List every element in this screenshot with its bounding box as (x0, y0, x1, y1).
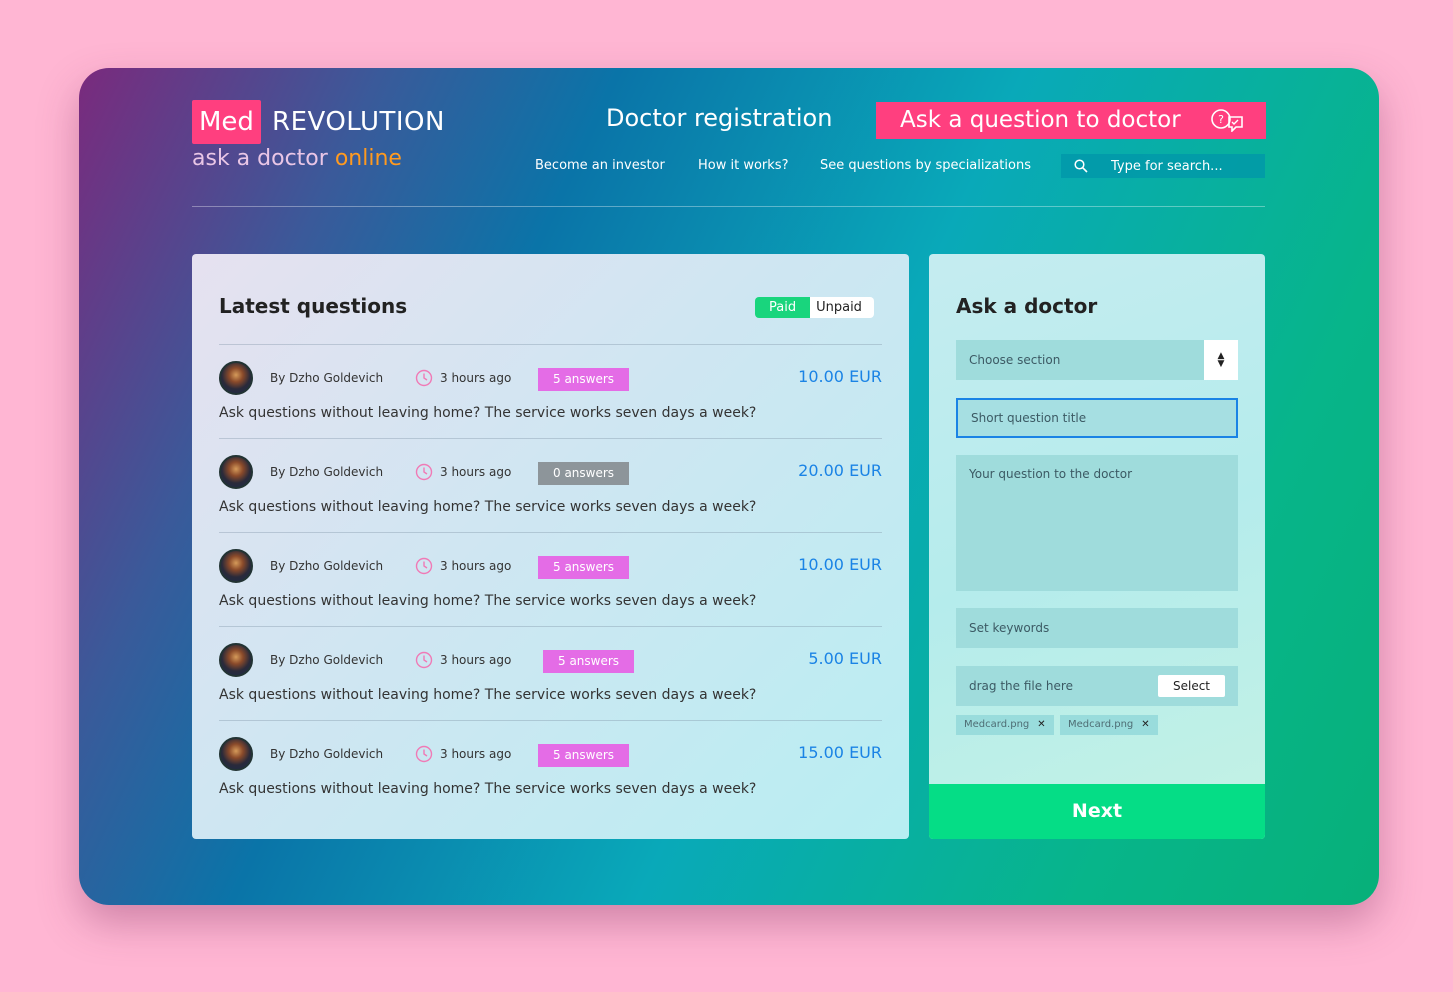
answers-badge[interactable]: 5 answers (543, 650, 635, 673)
attachment-chip: Medcard.png ✕ (956, 715, 1054, 735)
nav-how-it-works[interactable]: How it works? (698, 158, 788, 173)
clock-icon (415, 369, 433, 387)
file-drop-label: drag the file here (969, 679, 1073, 693)
question-price: 15.00 EUR (798, 743, 882, 762)
unpaid-option[interactable]: Unpaid (810, 297, 874, 318)
question-text[interactable]: Ask questions without leaving home? The … (219, 593, 756, 609)
clock-icon (415, 463, 433, 481)
question-row[interactable]: By Dzho Goldevich 3 hours ago 5 answers … (219, 720, 882, 814)
up-down-arrows-icon[interactable]: ▲ ▼ (1204, 340, 1238, 380)
search-box[interactable] (1061, 154, 1265, 178)
svg-text:?: ? (1218, 113, 1224, 126)
logo-revolution: REVOLUTION (272, 107, 445, 137)
avatar (219, 455, 253, 489)
question-text[interactable]: Ask questions without leaving home? The … (219, 781, 756, 797)
search-input[interactable] (1111, 154, 1261, 178)
question-author: By Dzho Goldevich (270, 653, 384, 667)
tagline-accent: online (334, 146, 402, 171)
avatar (219, 737, 253, 771)
avatar (219, 549, 253, 583)
logo-tagline: ask a doctor online (192, 144, 402, 174)
question-time: 3 hours ago (440, 371, 512, 385)
app-window: Med REVOLUTION ask a doctor online Docto… (79, 68, 1379, 905)
close-icon[interactable]: ✕ (1141, 719, 1149, 730)
answers-badge[interactable]: 5 answers (538, 556, 630, 579)
question-text[interactable]: Ask questions without leaving home? The … (219, 499, 756, 515)
answers-badge[interactable]: 5 answers (538, 368, 630, 391)
ask-question-button[interactable]: Ask a question to doctor ? (876, 102, 1266, 139)
chat-bubbles-icon: ? (1211, 109, 1243, 132)
question-price: 5.00 EUR (808, 649, 882, 668)
tagline-main: ask a doctor (192, 146, 328, 171)
section-select-value: Choose section (969, 353, 1061, 367)
avatar (219, 361, 253, 395)
doctor-registration-link[interactable]: Doctor registration (606, 104, 832, 132)
logo-med: Med (192, 100, 261, 144)
paid-option[interactable]: Paid (755, 297, 811, 318)
header-divider (192, 206, 1265, 207)
question-title-input[interactable] (956, 398, 1238, 438)
attachment-name: Medcard.png (1068, 719, 1134, 730)
question-text[interactable]: Ask questions without leaving home? The … (219, 687, 756, 703)
question-time: 3 hours ago (440, 465, 512, 479)
next-button[interactable]: Next (929, 784, 1265, 839)
search-icon (1074, 159, 1088, 173)
question-text[interactable]: Ask questions without leaving home? The … (219, 405, 756, 421)
clock-icon (415, 745, 433, 763)
nav-questions-by-specializations[interactable]: See questions by specializations (820, 158, 1031, 173)
question-price: 20.00 EUR (798, 461, 882, 480)
file-drop-zone[interactable]: drag the file here Select (956, 666, 1238, 706)
question-row[interactable]: By Dzho Goldevich 3 hours ago 0 answers … (219, 438, 882, 532)
ask-doctor-panel: Ask a doctor Choose section ▲▼ drag the … (929, 254, 1265, 839)
latest-questions-panel: Latest questions Paid Unpaid By Dzho Gol… (192, 254, 909, 839)
nav-become-investor[interactable]: Become an investor (535, 158, 665, 173)
question-row[interactable]: By Dzho Goldevich 3 hours ago 5 answers … (219, 626, 882, 720)
question-author: By Dzho Goldevich (270, 371, 384, 385)
close-icon[interactable]: ✕ (1037, 719, 1045, 730)
question-time: 3 hours ago (440, 747, 512, 761)
question-row[interactable]: By Dzho Goldevich 3 hours ago 5 answers … (219, 532, 882, 626)
question-row[interactable]: By Dzho Goldevich 3 hours ago 5 answers … (219, 344, 882, 438)
latest-questions-title: Latest questions (219, 294, 408, 318)
question-author: By Dzho Goldevich (270, 559, 384, 573)
clock-icon (415, 651, 433, 669)
question-author: By Dzho Goldevich (270, 747, 384, 761)
ask-doctor-title: Ask a doctor (956, 294, 1098, 318)
keywords-input[interactable] (956, 608, 1238, 648)
clock-icon (415, 557, 433, 575)
answers-badge[interactable]: 5 answers (538, 744, 630, 767)
question-body-textarea[interactable] (956, 455, 1238, 591)
avatar (219, 643, 253, 677)
answers-badge[interactable]: 0 answers (538, 462, 630, 485)
question-price: 10.00 EUR (798, 555, 882, 574)
question-author: By Dzho Goldevich (270, 465, 384, 479)
section-select[interactable]: Choose section ▲ ▼ (956, 340, 1238, 380)
select-file-button[interactable]: Select (1158, 675, 1225, 697)
ask-question-label: Ask a question to doctor (900, 107, 1181, 133)
paid-filter-toggle[interactable]: Paid Unpaid (755, 297, 874, 318)
attachment-name: Medcard.png (964, 719, 1030, 730)
question-time: 3 hours ago (440, 653, 512, 667)
question-price: 10.00 EUR (798, 367, 882, 386)
question-time: 3 hours ago (440, 559, 512, 573)
attachment-chip: Medcard.png ✕ (1060, 715, 1158, 735)
